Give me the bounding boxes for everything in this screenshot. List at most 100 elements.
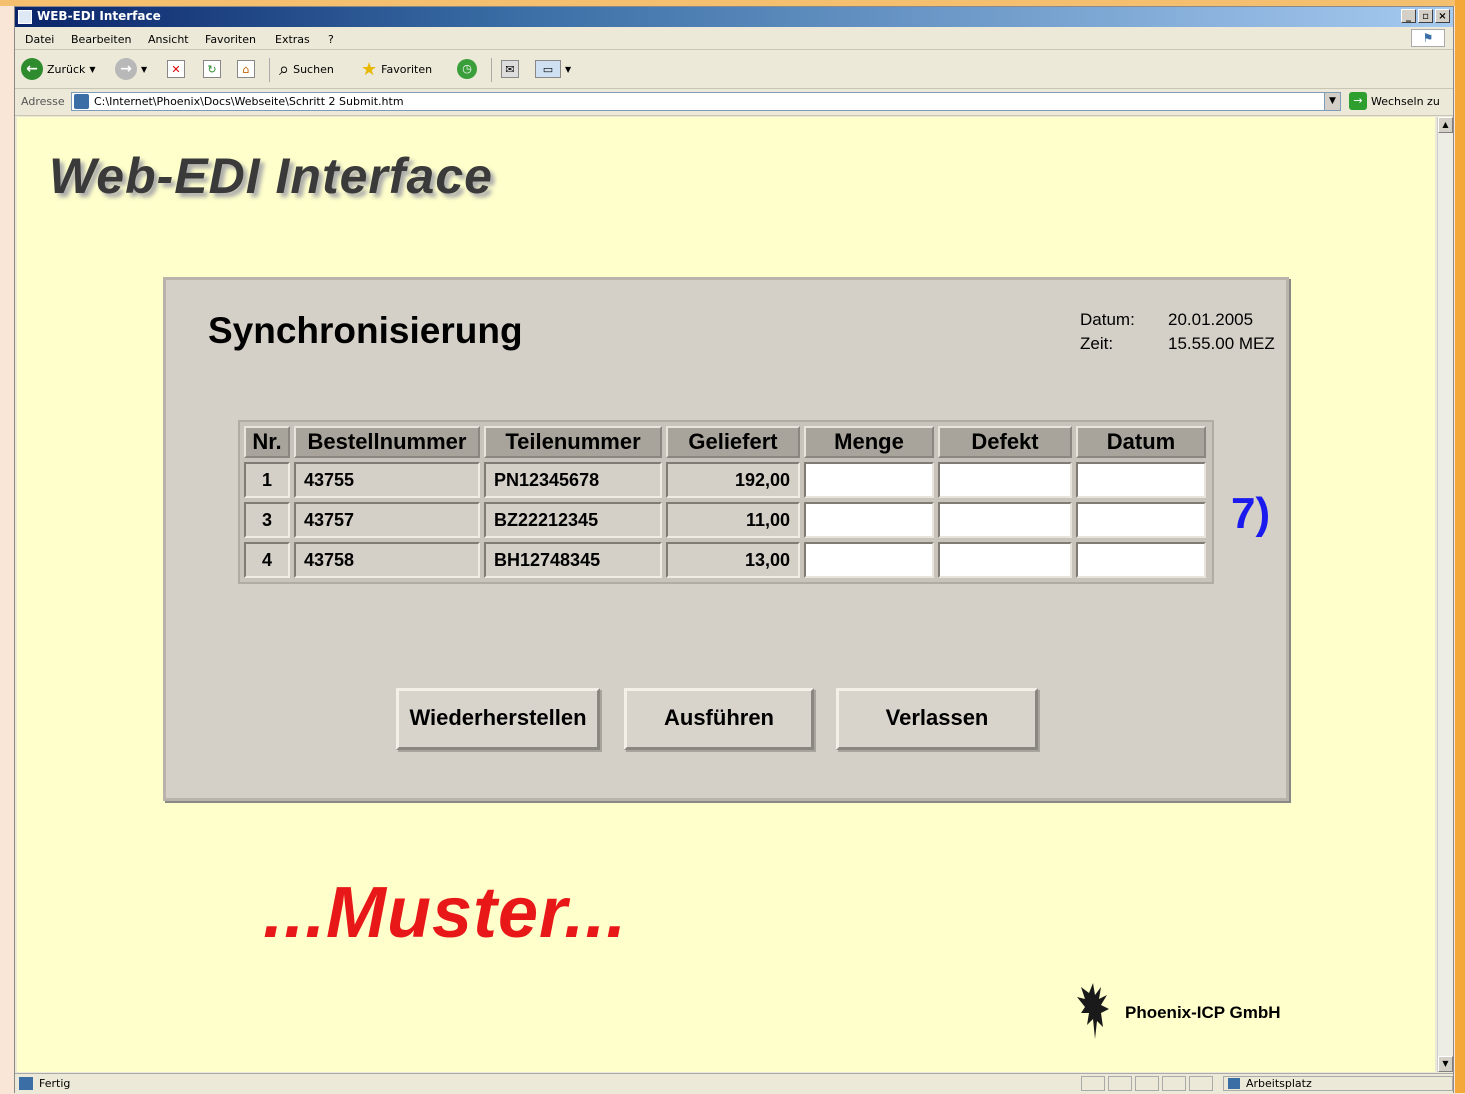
row-1-bestellnummer: 43755 [294, 462, 480, 498]
page-icon [74, 94, 89, 109]
row-1-teilenummer: PN12345678 [484, 462, 662, 498]
leave-button[interactable]: Verlassen [836, 688, 1038, 750]
date-value: 20.01.2005 [1168, 310, 1254, 329]
home-icon[interactable]: ⌂ [237, 60, 255, 78]
title-bar: WEB-EDI Interface _ ▫ × [15, 7, 1453, 27]
zone-label: Arbeitsplatz [1246, 1077, 1312, 1090]
address-label: Adresse [21, 95, 65, 108]
row-1-datum-input[interactable] [1076, 462, 1206, 498]
go-label: Wechseln zu [1371, 94, 1440, 108]
status-text: Fertig [39, 1077, 71, 1090]
header-datum: Datum [1076, 426, 1206, 458]
forward-button[interactable]: → ▼ [115, 58, 147, 80]
back-arrow-icon: ← [21, 58, 43, 80]
row-2-teilenummer: BZ22212345 [484, 502, 662, 538]
stop-icon[interactable]: ✕ [167, 60, 185, 78]
history-icon[interactable]: ◷ [457, 59, 477, 79]
date-label: Datum: [1080, 310, 1135, 329]
address-bar: Adresse C:\Internet\Phoenix\Docs\Webseit… [15, 89, 1453, 116]
search-label: Suchen [293, 62, 334, 76]
window-title: WEB-EDI Interface [37, 9, 161, 23]
sync-panel: Synchronisierung Datum: 20.01.2005 Zeit: 1… [163, 277, 1289, 801]
menu-datei[interactable]: Datei [25, 33, 54, 46]
row-2-nr: 3 [244, 502, 290, 538]
forward-dropdown-icon: ▼ [141, 64, 148, 74]
row-3-menge-input[interactable] [804, 542, 934, 578]
row-1-menge-input[interactable] [804, 462, 934, 498]
row-2-geliefert: 11,00 [666, 502, 800, 538]
maximize-button[interactable]: ▫ [1418, 9, 1433, 23]
print-icon: ▭ [535, 60, 561, 78]
header-defekt: Defekt [938, 426, 1072, 458]
panel-title: Synchronisierung [208, 310, 523, 351]
menu-help[interactable]: ? [328, 33, 334, 46]
address-url: C:\Internet\Phoenix\Docs\Webseite\Schrit… [94, 95, 404, 108]
execute-button[interactable]: Ausführen [624, 688, 814, 750]
address-dropdown-icon[interactable]: ▼ [1324, 93, 1340, 110]
row-1-nr: 1 [244, 462, 290, 498]
page-content: Web-EDI Interface Synchronisierung Datum… [17, 117, 1435, 1072]
step-marker: 7) [1231, 489, 1271, 538]
forward-arrow-icon: → [115, 58, 137, 80]
favorites-label: Favoriten [381, 62, 433, 76]
menu-extras[interactable]: Extras [275, 33, 310, 46]
restore-button[interactable]: Wiederherstellen [396, 688, 600, 750]
go-arrow-icon: → [1349, 92, 1367, 110]
menu-bearbeiten[interactable]: Bearbeiten [71, 33, 131, 46]
row-1-defekt-input[interactable] [938, 462, 1072, 498]
time-label: Zeit: [1080, 334, 1114, 353]
desktop-right-edge [1455, 0, 1465, 1093]
back-label: Zurück [47, 62, 86, 76]
scroll-down-icon[interactable]: ▼ [1438, 1056, 1453, 1072]
watermark-text: ...Muster... [263, 873, 628, 953]
row-3-nr: 4 [244, 542, 290, 578]
row-3-teilenummer: BH12748345 [484, 542, 662, 578]
print-dropdown-icon: ▼ [565, 64, 572, 74]
security-zone: Arbeitsplatz [1223, 1076, 1453, 1091]
status-bar: Fertig Arbeitsplatz [15, 1073, 1453, 1094]
go-button[interactable]: → Wechseln zu [1349, 92, 1440, 110]
scroll-up-icon[interactable]: ▲ [1438, 117, 1453, 133]
star-icon: ★ [361, 58, 378, 80]
header-teilenummer: Teilenummer [484, 426, 662, 458]
address-input[interactable]: C:\Internet\Phoenix\Docs\Webseite\Schrit… [71, 92, 1341, 111]
vertical-scrollbar[interactable]: ▲ ▼ [1437, 117, 1453, 1072]
phoenix-logo-icon [1077, 983, 1109, 1039]
print-button[interactable]: ▭ ▼ [535, 58, 571, 80]
row-1-geliefert: 192,00 [666, 462, 800, 498]
row-3-geliefert: 13,00 [666, 542, 800, 578]
search-button[interactable]: ⌕ Suchen [279, 58, 334, 80]
menu-bar: Datei Bearbeiten Ansicht Favoriten Extra… [15, 27, 1453, 50]
minimize-button[interactable]: _ [1401, 9, 1416, 23]
delivery-table: Nr. Bestellnummer Teilenummer Geliefert … [238, 420, 1214, 584]
header-geliefert: Geliefert [666, 426, 800, 458]
menu-favoriten[interactable]: Favoriten [205, 33, 256, 46]
row-2-datum-input[interactable] [1076, 502, 1206, 538]
status-page-icon [19, 1077, 33, 1090]
row-2-menge-input[interactable] [804, 502, 934, 538]
ie-page-icon [18, 10, 32, 24]
close-button[interactable]: × [1435, 9, 1450, 23]
browser-window: WEB-EDI Interface _ ▫ × Datei Bearbeiten… [14, 6, 1454, 1094]
back-dropdown-icon: ▼ [89, 64, 96, 74]
standard-toolbar: ← Zurück ▼ → ▼ ✕ ↻ ⌂ ⌕ Suchen ★ Favorite… [15, 50, 1453, 89]
header-bestellnummer: Bestellnummer [294, 426, 480, 458]
search-icon: ⌕ [279, 58, 290, 80]
header-nr: Nr. [244, 426, 290, 458]
row-3-datum-input[interactable] [1076, 542, 1206, 578]
time-value: 15.55.00 MEZ [1168, 334, 1275, 353]
computer-icon [1228, 1078, 1240, 1089]
row-2-bestellnummer: 43757 [294, 502, 480, 538]
row-3-defekt-input[interactable] [938, 542, 1072, 578]
back-button[interactable]: ← Zurück ▼ [21, 58, 96, 80]
favorites-button[interactable]: ★ Favoriten [361, 58, 432, 80]
header-menge: Menge [804, 426, 934, 458]
row-2-defekt-input[interactable] [938, 502, 1072, 538]
date-time-info: Datum: 20.01.2005 Zeit: 15.55.00 MEZ [1080, 308, 1275, 356]
mail-icon[interactable]: ✉ [501, 60, 519, 78]
windows-logo-icon: ⚑ [1411, 29, 1445, 47]
page-heading: Web-EDI Interface [49, 148, 493, 204]
refresh-icon[interactable]: ↻ [203, 60, 221, 78]
row-3-bestellnummer: 43758 [294, 542, 480, 578]
menu-ansicht[interactable]: Ansicht [148, 33, 189, 46]
